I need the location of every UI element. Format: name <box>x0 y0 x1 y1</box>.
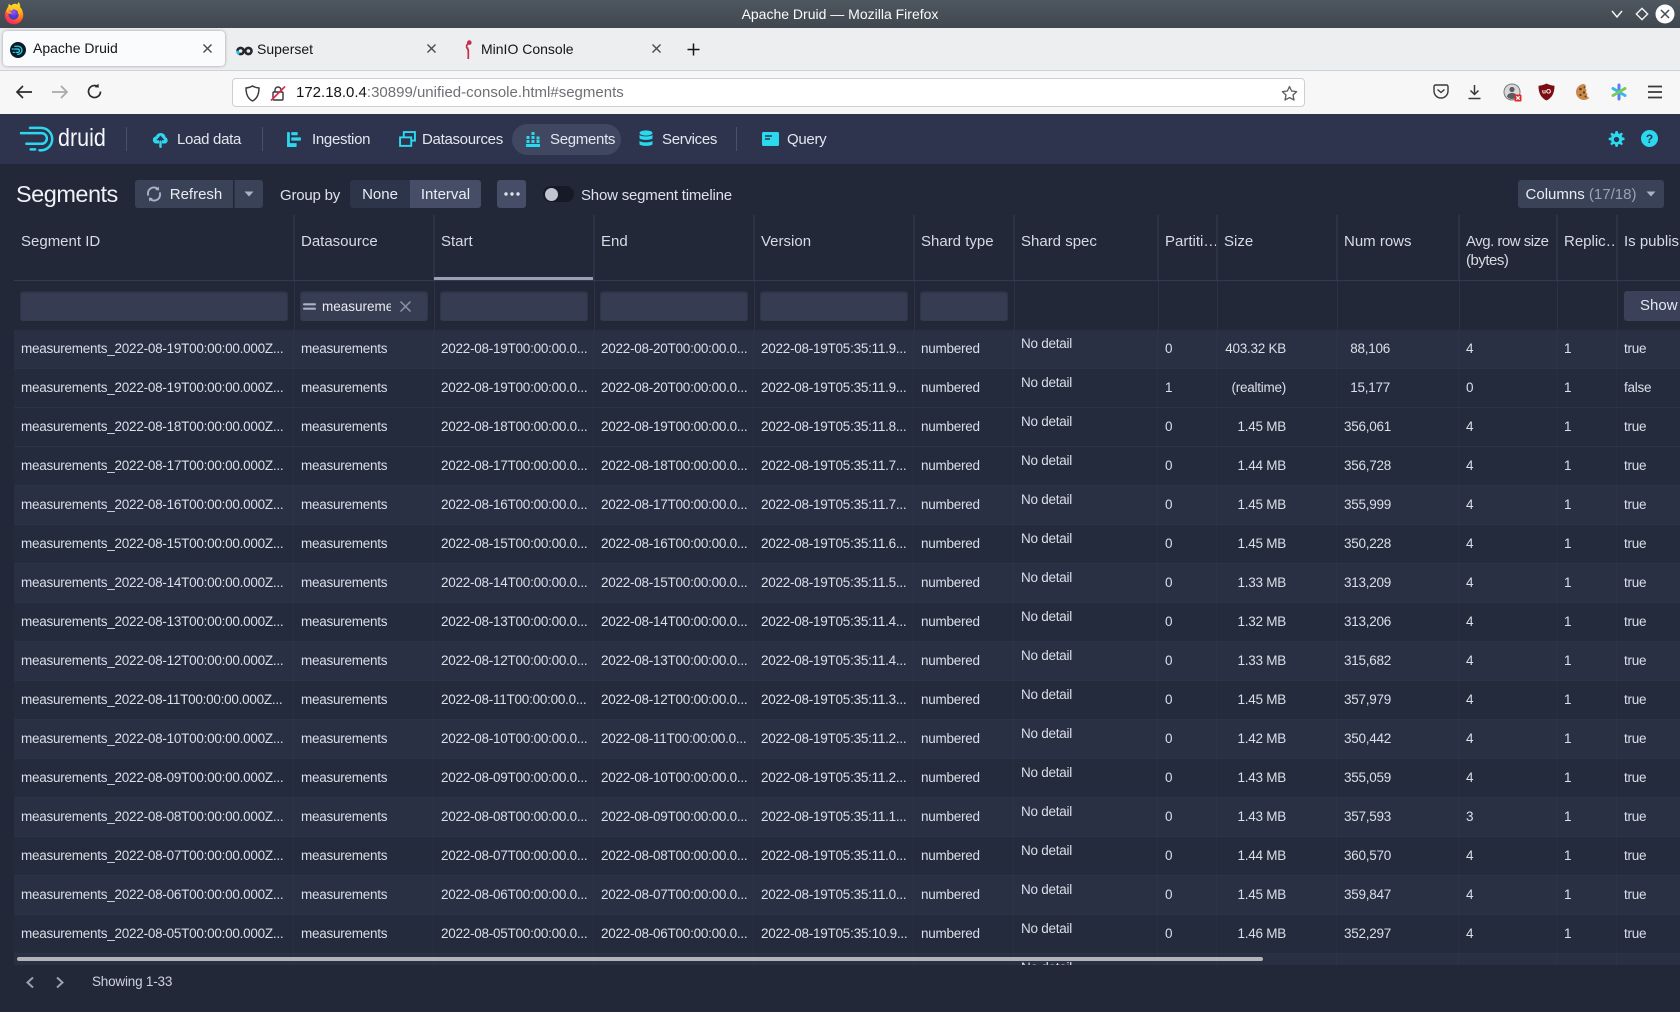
svg-text:uO: uO <box>1542 89 1551 96</box>
svg-text:?: ? <box>1646 132 1653 146</box>
